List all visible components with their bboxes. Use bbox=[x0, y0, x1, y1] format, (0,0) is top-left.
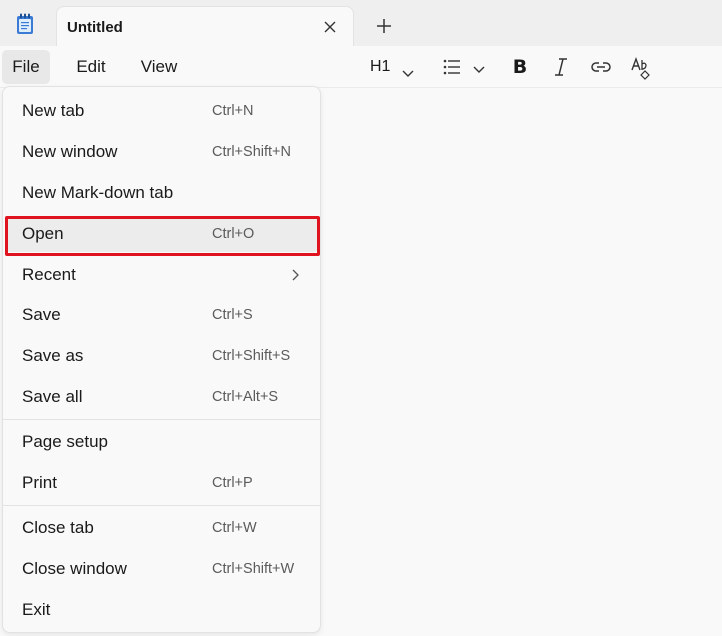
menu-separator bbox=[3, 505, 320, 506]
menu-item-label: Open bbox=[22, 224, 64, 243]
plus-icon[interactable] bbox=[373, 15, 395, 37]
menu-item-save-as[interactable]: Save as Ctrl+Shift+S bbox=[7, 338, 318, 374]
menu-item-label: New tab bbox=[22, 101, 85, 120]
menu-item-recent[interactable]: Recent bbox=[7, 257, 318, 293]
menu-edit[interactable]: Edit bbox=[66, 50, 116, 84]
chevron-down-icon bbox=[402, 62, 414, 88]
menu-item-page-setup[interactable]: Page setup bbox=[7, 424, 318, 460]
menu-item-shortcut: Ctrl+Shift+N bbox=[212, 144, 291, 160]
menu-item-shortcut: Ctrl+Shift+W bbox=[212, 561, 295, 577]
bold-button[interactable]: B bbox=[510, 54, 530, 80]
menu-item-shortcut: Ctrl+S bbox=[212, 307, 253, 323]
notepad-window: Untitled File Edit View H1 B New tab Ctr… bbox=[0, 0, 722, 636]
menu-item-close-window[interactable]: Close window Ctrl+Shift+W bbox=[7, 551, 318, 587]
menu-item-label: Save as bbox=[22, 346, 84, 365]
menu-item-new-markdown-tab[interactable]: New Mark-down tab bbox=[7, 175, 318, 211]
menu-item-exit[interactable]: Exit bbox=[7, 592, 318, 628]
menu-item-shortcut: Ctrl+Shift+S bbox=[212, 348, 291, 364]
menu-item-new-window[interactable]: New window Ctrl+Shift+N bbox=[7, 134, 318, 170]
menu-item-open[interactable]: Open Ctrl+O bbox=[7, 216, 318, 252]
menu-item-label: New window bbox=[22, 142, 118, 161]
tab-untitled[interactable]: Untitled bbox=[56, 6, 354, 46]
bulleted-list-icon bbox=[442, 57, 462, 82]
heading-label: H1 bbox=[370, 58, 391, 75]
chevron-right-icon bbox=[290, 268, 300, 287]
menu-item-shortcut: Ctrl+O bbox=[212, 226, 255, 242]
menu-item-label: Save bbox=[22, 305, 61, 324]
menu-item-label: Close tab bbox=[22, 518, 94, 537]
list-dropdown[interactable] bbox=[442, 54, 488, 80]
file-menu: New tab Ctrl+N New window Ctrl+Shift+N N… bbox=[2, 86, 321, 633]
close-icon[interactable] bbox=[319, 16, 341, 38]
tab-title: Untitled bbox=[67, 19, 123, 36]
menu-bar: File Edit View H1 B bbox=[0, 46, 722, 88]
menu-item-label: Exit bbox=[22, 600, 51, 619]
menu-item-label: Print bbox=[22, 473, 57, 492]
link-icon[interactable] bbox=[589, 54, 613, 80]
menu-item-shortcut: Ctrl+W bbox=[212, 520, 257, 536]
menu-view[interactable]: View bbox=[130, 50, 188, 84]
menu-item-save-all[interactable]: Save all Ctrl+Alt+S bbox=[7, 379, 318, 415]
menu-item-label: Recent bbox=[22, 265, 76, 284]
menu-item-label: Close window bbox=[22, 559, 127, 578]
title-bar: Untitled bbox=[0, 0, 722, 46]
menu-file[interactable]: File bbox=[2, 50, 50, 84]
menu-item-label: Page setup bbox=[22, 432, 109, 451]
spellcheck-icon[interactable] bbox=[630, 54, 654, 80]
menu-item-save[interactable]: Save Ctrl+S bbox=[7, 297, 318, 333]
menu-separator bbox=[3, 419, 320, 420]
menu-item-label: Save all bbox=[22, 387, 83, 406]
menu-item-print[interactable]: Print Ctrl+P bbox=[7, 465, 318, 501]
menu-item-shortcut: Ctrl+Alt+S bbox=[212, 389, 279, 405]
menu-item-new-tab[interactable]: New tab Ctrl+N bbox=[7, 93, 318, 129]
notepad-icon bbox=[16, 13, 34, 35]
menu-item-label: New Mark-down tab bbox=[22, 183, 174, 202]
italic-icon[interactable] bbox=[551, 54, 571, 80]
menu-item-shortcut: Ctrl+N bbox=[212, 103, 254, 119]
heading-dropdown[interactable]: H1 bbox=[370, 54, 418, 80]
menu-item-shortcut: Ctrl+P bbox=[212, 475, 253, 491]
chevron-down-icon bbox=[473, 62, 485, 80]
menu-item-close-tab[interactable]: Close tab Ctrl+W bbox=[7, 510, 318, 546]
